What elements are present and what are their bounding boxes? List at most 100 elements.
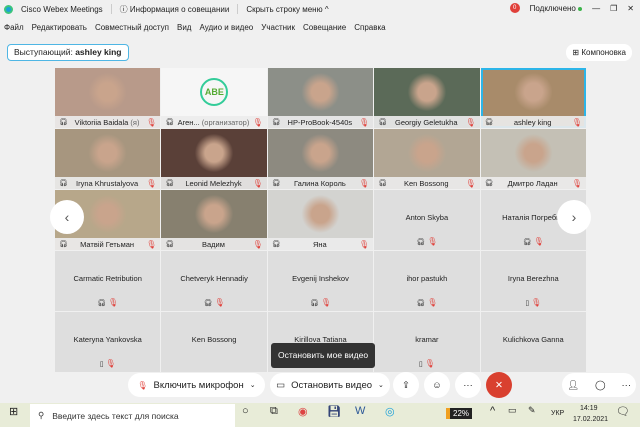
audio-tile[interactable]: Carmatic Retribution 🎧︎ 🎙︎ (55, 251, 161, 311)
name-text: Georgiy Geletukha (394, 117, 458, 127)
participant-name: Carmatic Retribution (73, 274, 142, 283)
windows-start-icon[interactable]: ⊞ (9, 405, 18, 418)
menu-item[interactable]: Участник (261, 23, 295, 32)
mic-off-icon: 🎙︎ (320, 298, 331, 307)
battery-indicator[interactable]: 22% (446, 408, 473, 419)
participant-name: Leonid Melezhyk (174, 179, 252, 188)
audio-tile[interactable]: Kateryna Yankovska ▯ 🎙︎ (55, 312, 161, 372)
prev-page-button[interactable]: ‹ (50, 200, 84, 234)
webex-logo-icon (4, 4, 13, 14)
tray-expand-icon[interactable]: ^ (490, 405, 495, 417)
tile-icons: ▯ 🎙︎ (374, 359, 479, 368)
video-tile[interactable]: 🎧︎ Ken Bossong 🎙︎ (374, 129, 480, 189)
audio-tile[interactable]: Iryna Berezhna ▯ 🎙︎ (480, 251, 586, 311)
battery-icon[interactable]: ▭ (508, 405, 517, 416)
connection-status: Подключено (530, 4, 583, 13)
webex-taskbar-icon[interactable]: ◎ (385, 405, 395, 418)
menu-item[interactable]: Вид (177, 23, 191, 32)
menu-item[interactable]: Совещание (303, 23, 346, 32)
search-placeholder: Введите здесь текст для поиска (52, 410, 179, 421)
video-tile[interactable]: 🎧︎ Вадим 🎙︎ (161, 190, 267, 250)
leave-button[interactable]: ✕ (486, 372, 512, 398)
divider (237, 4, 239, 14)
menu-item[interactable]: Совместный доступ (95, 23, 169, 32)
mic-off-icon: 🎙︎ (146, 178, 157, 188)
video-tile[interactable]: 🎧︎ HP-ProBook-4540s 🎙︎ (267, 68, 374, 128)
tile-name-bar: 🎧︎ HP-ProBook-4540s 🎙︎ (267, 116, 374, 128)
hide-menu-button[interactable]: Скрыть строку меню ^ (246, 5, 328, 14)
video-tile[interactable]: 🎧︎ ashley king 🎙︎ (480, 68, 586, 128)
more-icon[interactable]: ··· (622, 380, 632, 391)
share-button[interactable]: ⇪ (393, 372, 419, 398)
name-text: Матвій Гетьман (80, 239, 135, 249)
headset-icon: 🎧︎ (271, 180, 281, 187)
save-app-icon[interactable]: 💾︎ (327, 405, 341, 418)
emoji-icon: ☺ (432, 379, 442, 391)
participants-icon[interactable]: 👤︎ (567, 380, 579, 391)
pen-icon[interactable]: ✎ (528, 405, 536, 416)
reactions-button[interactable]: ☺ (424, 372, 450, 398)
close-icon[interactable]: ✕ (627, 4, 634, 13)
role-text: (я) (130, 117, 140, 127)
unmute-button[interactable]: 🎙︎ Включить микрофон ⌄ (128, 373, 265, 397)
word-icon[interactable]: W (355, 405, 365, 417)
video-tile[interactable]: 🎧︎ Яна 🎙︎ (267, 190, 374, 250)
video-tile[interactable]: 🎧︎ Iryna Khrustalyova 🎙︎ (55, 129, 161, 189)
side-controls: 👤︎ ◯ ··· (562, 373, 636, 397)
participant-grid: 🎧︎ Viktoriia Baidala (я) 🎙︎ ABE 🎧︎ Аген... (о… (55, 68, 586, 372)
meeting-info-button[interactable]: ⓘ Информация о совещании (120, 4, 230, 15)
taskbar-search[interactable]: ⚲ Введите здесь текст для поиска (30, 404, 235, 427)
participant-name: Viktoriia Baidala (я) (68, 118, 146, 127)
audio-tile[interactable]: Anton Skyba 🎧︎ 🎙︎ (374, 190, 480, 250)
video-tile[interactable]: 🎧︎ Дмитро Ладан 🎙︎ (480, 129, 586, 189)
participant-name: Iryna Khrustalyova (68, 179, 146, 188)
language-indicator[interactable]: УКР (551, 410, 564, 417)
mic-off-icon: 🎙︎ (146, 117, 157, 127)
name-text: Viktoriia Baidala (74, 117, 129, 127)
participant-name: Матвій Гетьман (68, 240, 146, 249)
audio-tile[interactable]: Evgenij Inshekov 🎧︎ 🎙︎ (267, 251, 374, 311)
video-tile[interactable]: 🎧︎ Leonid Melezhyk 🎙︎ (161, 129, 267, 189)
menu-item[interactable]: Справка (354, 23, 385, 32)
video-tile[interactable]: 🎧︎ Галина Король 🎙︎ (267, 129, 374, 189)
audio-tile[interactable]: kramar ▯ 🎙︎ (374, 312, 480, 372)
meeting-info-label: Информация о совещании (129, 4, 230, 14)
clock-time[interactable]: 14:19 (580, 405, 598, 412)
video-tile[interactable]: 🎧︎ Viktoriia Baidala (я) 🎙︎ (55, 68, 161, 128)
headset-icon: 🎧︎ (165, 241, 175, 248)
audio-tile[interactable]: Chetveryk Hennadiy 🎧︎ 🎙︎ (161, 251, 267, 311)
tile-name-bar: 🎧︎ Leonid Melezhyk 🎙︎ (161, 177, 267, 189)
menu-item[interactable]: Файл (4, 23, 24, 32)
menu-item[interactable]: Редактировать (32, 23, 87, 32)
menu-item[interactable]: Аудио и видео (199, 23, 253, 32)
divider (110, 4, 112, 14)
cortana-icon[interactable]: ○ (242, 405, 249, 417)
minimize-icon[interactable]: — (592, 4, 600, 13)
audio-tile[interactable]: Kulichkova Ganna (480, 312, 586, 372)
chrome-icon[interactable]: ◉ (298, 405, 308, 418)
grid-icon: ⊞ (572, 48, 580, 57)
notification-badge[interactable]: 0 (509, 3, 520, 13)
notifications-icon[interactable]: 🗨︎ (616, 405, 630, 418)
next-page-button[interactable]: › (557, 200, 591, 234)
restore-icon[interactable]: ❐ (610, 4, 617, 13)
clock-date[interactable]: 17.02.2021 (573, 416, 608, 423)
share-icon: ⇪ (402, 379, 410, 391)
name-text: Вадим (202, 239, 225, 249)
stop-video-button[interactable]: ▭ Остановить видео ⌄ (270, 373, 390, 397)
chevron-down-icon[interactable]: ⌄ (250, 381, 256, 389)
audio-tile[interactable]: ihor pastukh 🎧︎ 🎙︎ (374, 251, 480, 311)
audio-tile[interactable]: Ken Bossong (161, 312, 267, 372)
mic-off-icon: 🎙︎ (465, 117, 476, 127)
chat-icon[interactable]: ◯ (595, 380, 606, 391)
video-tile[interactable]: ABE 🎧︎ Аген... (организатор) 🎙︎ (161, 68, 267, 128)
task-view-icon[interactable]: ⧉ (270, 405, 278, 418)
active-speaker-label: Выступающий: ashley king (7, 44, 129, 61)
layout-button[interactable]: ⊞ Компоновка (566, 44, 632, 61)
video-tile[interactable]: 🎧︎ Georgiy Geletukha 🎙︎ (374, 68, 480, 128)
mic-off-icon: 🎙︎ (465, 178, 476, 188)
phone-icon: ▯ (525, 300, 530, 307)
headset-icon: 🎧︎ (203, 300, 213, 307)
chevron-down-icon[interactable]: ⌄ (378, 381, 384, 389)
more-options-button[interactable]: ··· (455, 372, 481, 398)
